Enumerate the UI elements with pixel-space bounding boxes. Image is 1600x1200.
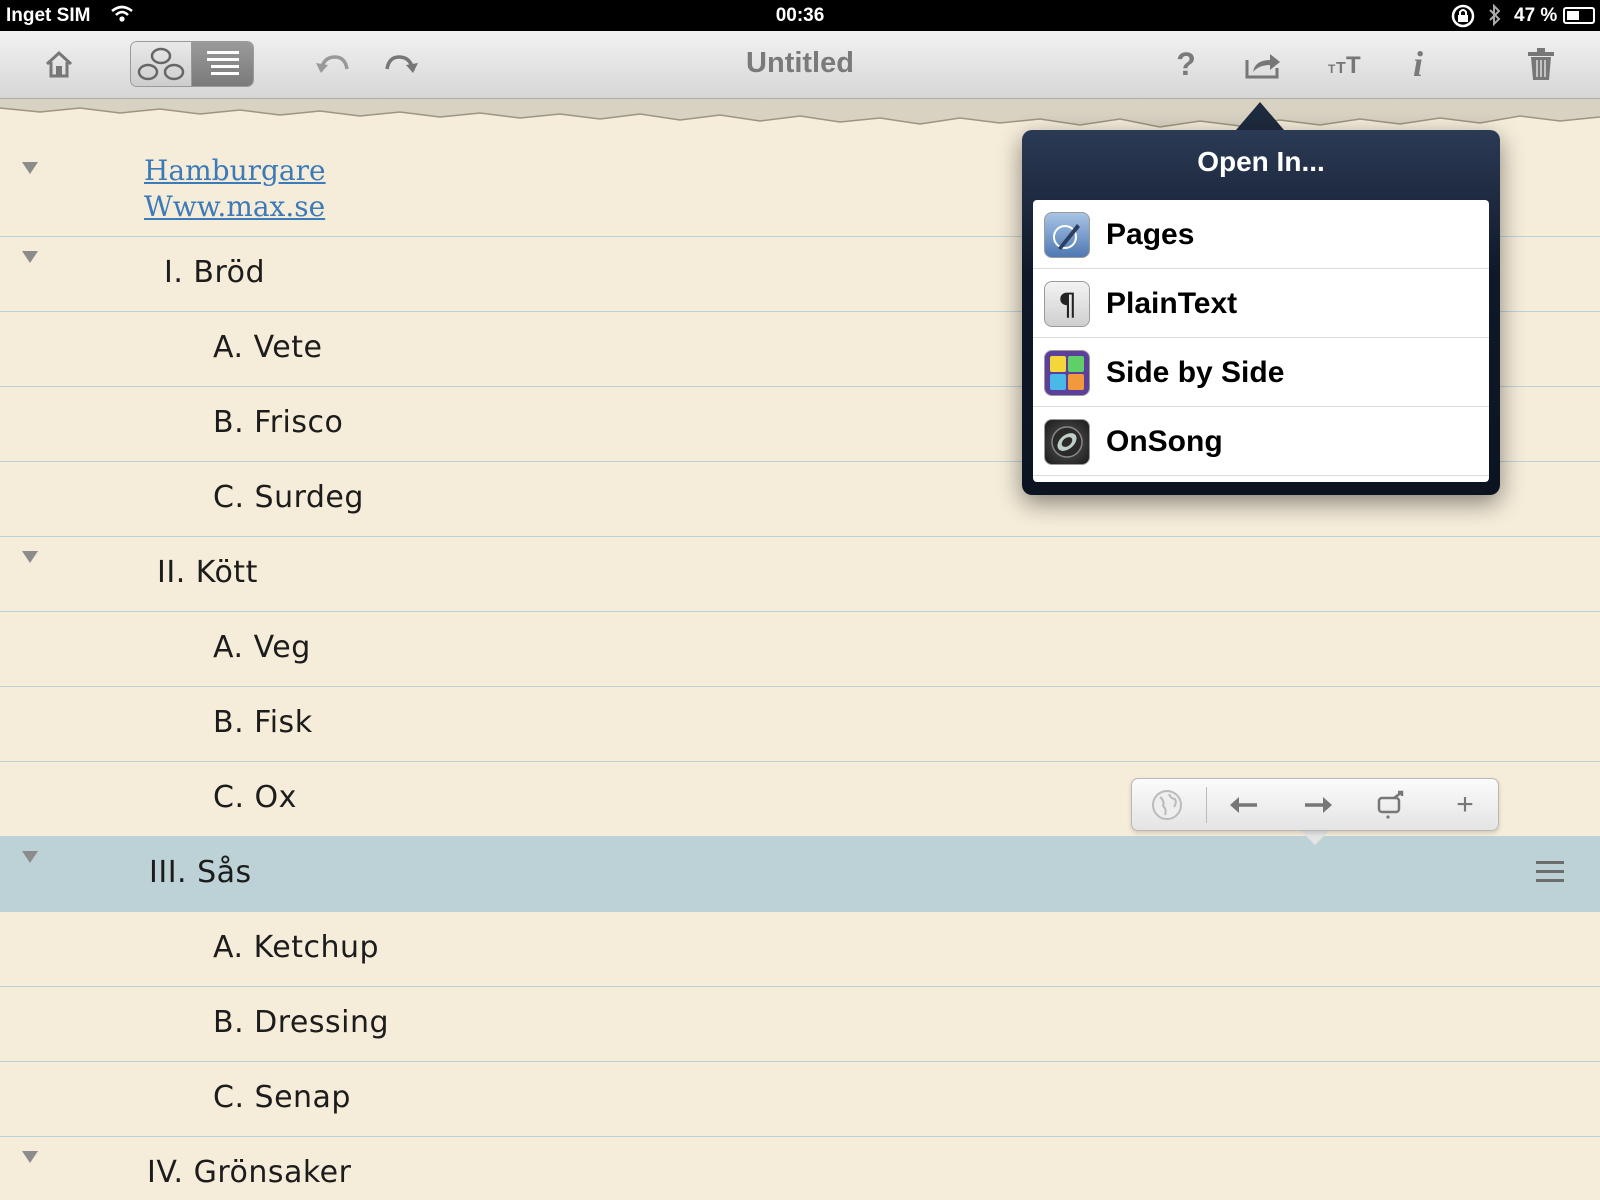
globe-button[interactable] bbox=[1144, 787, 1190, 823]
collapse-triangle-icon[interactable] bbox=[22, 851, 38, 863]
share-button[interactable] bbox=[1240, 41, 1286, 87]
outline-row-text: B. Dressing bbox=[213, 1005, 390, 1040]
pilcrow-icon: ¶ bbox=[1044, 281, 1090, 327]
battery-percent: 47 % bbox=[1514, 5, 1558, 26]
link-hamburgare[interactable]: Hamburgare bbox=[144, 154, 326, 187]
outline-row-text: C. Senap bbox=[213, 1080, 351, 1115]
add-child-node-button[interactable] bbox=[1369, 787, 1415, 823]
home-icon bbox=[45, 50, 73, 78]
home-button[interactable] bbox=[36, 41, 82, 87]
share-icon bbox=[1245, 54, 1280, 79]
add-child-icon bbox=[1377, 790, 1404, 819]
bluetooth-icon bbox=[1487, 3, 1503, 33]
rotation-lock-icon bbox=[1450, 4, 1476, 34]
toolbar-divider bbox=[1206, 787, 1207, 823]
font-size-icon: TTT bbox=[1328, 52, 1361, 77]
node-edit-toolbar: + bbox=[1131, 778, 1499, 831]
outline-row[interactable]: B. Dressing bbox=[0, 987, 1600, 1062]
outdent-button[interactable] bbox=[1221, 787, 1267, 823]
trash-icon bbox=[1528, 48, 1554, 80]
outline-row[interactable]: II. Kött bbox=[0, 537, 1600, 612]
svg-text:T: T bbox=[1336, 60, 1346, 77]
collapse-triangle-icon[interactable] bbox=[22, 251, 38, 263]
view-mode-segmented-control bbox=[130, 41, 254, 87]
outline-row[interactable]: IV. Grönsaker bbox=[0, 1137, 1600, 1200]
font-size-button[interactable]: TTT bbox=[1325, 41, 1371, 87]
outline-row-selected[interactable]: III. Sås bbox=[0, 837, 1600, 912]
arrow-left-icon bbox=[1230, 797, 1257, 813]
undo-icon bbox=[316, 55, 349, 73]
globe-icon bbox=[1152, 790, 1182, 820]
outline-row[interactable]: A. Ketchup bbox=[0, 912, 1600, 987]
outline-row[interactable]: A. Veg bbox=[0, 612, 1600, 687]
outline-row-text: III. Sås bbox=[149, 855, 252, 890]
outline-row-text: II. Kött bbox=[157, 555, 258, 590]
indent-button[interactable] bbox=[1295, 787, 1341, 823]
open-in-plaintext[interactable]: ¶ PlainText bbox=[1033, 269, 1489, 338]
help-button[interactable]: ? bbox=[1165, 41, 1207, 87]
popover-title: Open In... bbox=[1197, 146, 1325, 177]
open-in-onsong[interactable]: OnSong bbox=[1033, 407, 1489, 476]
app-label: Pages bbox=[1106, 218, 1195, 251]
redo-button[interactable] bbox=[378, 41, 424, 87]
outline-row-text: IV. Grönsaker bbox=[147, 1155, 352, 1190]
open-in-pages[interactable]: Pages bbox=[1033, 200, 1489, 269]
battery-icon bbox=[1563, 7, 1595, 24]
mind-map-icon bbox=[137, 47, 185, 81]
toolbar: Untitled ? TTT i bbox=[0, 31, 1600, 99]
link-max-se[interactable]: Www.max.se bbox=[144, 190, 325, 223]
arrow-right-icon bbox=[1305, 797, 1332, 813]
add-node-button[interactable]: + bbox=[1442, 787, 1488, 823]
outline-list-icon bbox=[206, 51, 239, 75]
app-label: PlainText bbox=[1106, 287, 1238, 320]
outline-row-text: A. Ketchup bbox=[213, 930, 380, 965]
outline-row-text: I. Bröd bbox=[164, 255, 266, 290]
undo-button[interactable] bbox=[310, 41, 356, 87]
outline-row[interactable]: C. Senap bbox=[0, 1062, 1600, 1137]
outline-row-text: B. Fisk bbox=[213, 705, 313, 740]
svg-text:T: T bbox=[1346, 52, 1361, 77]
popover-pointer bbox=[1236, 102, 1284, 130]
info-button[interactable]: i bbox=[1398, 41, 1438, 87]
outline-row-text: B. Frisco bbox=[213, 405, 344, 440]
svg-text:T: T bbox=[1328, 62, 1336, 76]
outline-row-text: C. Surdeg bbox=[213, 480, 364, 515]
collapse-triangle-icon[interactable] bbox=[22, 551, 38, 563]
side-by-side-icon bbox=[1044, 350, 1090, 396]
status-bar: Inget SIM 00:36 47 % bbox=[0, 0, 1600, 31]
drag-handle-icon[interactable] bbox=[1536, 861, 1564, 888]
outline-row-text: C. Ox bbox=[213, 780, 297, 815]
redo-icon bbox=[385, 55, 418, 73]
collapse-triangle-icon[interactable] bbox=[22, 162, 38, 174]
pages-icon bbox=[1044, 212, 1090, 258]
outline-row-text: A. Vete bbox=[213, 330, 323, 365]
app-label: Side by Side bbox=[1106, 356, 1285, 389]
mini-toolbar-pointer bbox=[1301, 831, 1329, 845]
collapse-triangle-icon[interactable] bbox=[22, 1151, 38, 1163]
clock: 00:36 bbox=[775, 5, 825, 26]
onsong-icon bbox=[1044, 419, 1090, 465]
open-in-popover: Open In... Pages ¶ PlainText Side by Sid… bbox=[1022, 130, 1500, 495]
svg-text:¶: ¶ bbox=[1058, 288, 1077, 321]
outline-row[interactable]: B. Fisk bbox=[0, 687, 1600, 762]
outline-view-button[interactable] bbox=[192, 42, 253, 86]
open-in-app-list: Pages ¶ PlainText Side by Side OnSong bbox=[1033, 200, 1489, 482]
app-label: OnSong bbox=[1106, 425, 1223, 458]
outline-row-text: A. Veg bbox=[213, 630, 311, 665]
mind-map-view-button[interactable] bbox=[131, 42, 193, 86]
open-in-side-by-side[interactable]: Side by Side bbox=[1033, 338, 1489, 407]
trash-button[interactable] bbox=[1518, 41, 1564, 87]
